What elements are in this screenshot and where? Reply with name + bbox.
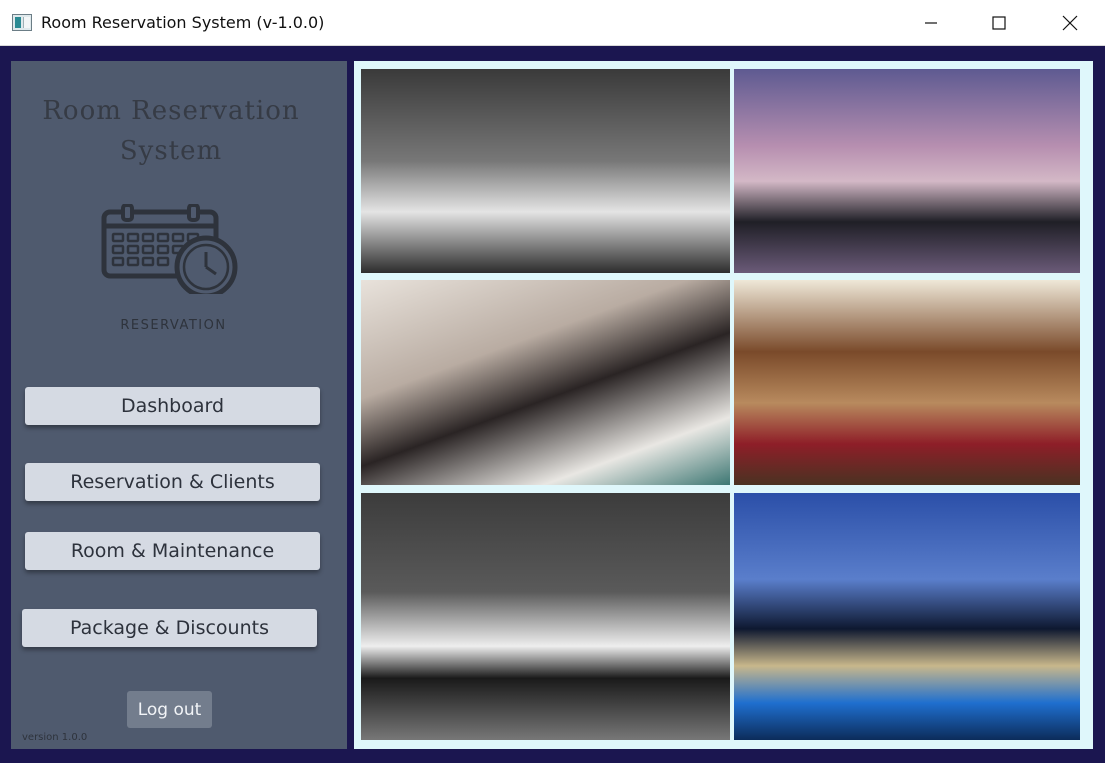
maximize-icon — [992, 16, 1006, 30]
housekeeper-making-bed-photo — [361, 280, 730, 485]
modern-bedroom-photo — [361, 493, 730, 740]
close-button[interactable] — [1047, 0, 1093, 46]
app-title: Room Reservation System — [11, 91, 331, 171]
close-icon — [1062, 15, 1078, 31]
hotel-bedroom-photo — [361, 69, 730, 273]
minimize-button[interactable] — [908, 0, 954, 46]
logo-label: RESERVATION — [120, 318, 227, 333]
resort-pool-night-photo — [734, 493, 1080, 740]
dashboard-button[interactable]: Dashboard — [25, 387, 320, 425]
app-title-line-2: System — [119, 136, 223, 166]
window-title: Room Reservation System (v-1.0.0) — [41, 13, 325, 32]
room-maintenance-button[interactable]: Room & Maintenance — [25, 532, 320, 570]
sidebar: Room Reservation System RESERVATION Dash… — [11, 61, 347, 749]
window-title-bar: Room Reservation System (v-1.0.0) — [0, 0, 1105, 46]
photo-gallery — [354, 61, 1093, 749]
package-discounts-button[interactable]: Package & Discounts — [22, 609, 317, 647]
logout-button[interactable]: Log out — [127, 691, 212, 728]
version-label: version 1.0.0 — [22, 732, 88, 743]
app-window-icon — [12, 14, 32, 31]
room-disinfection-photo — [734, 280, 1080, 485]
resort-pool-palms-photo — [734, 69, 1080, 273]
minimize-icon — [925, 22, 937, 24]
calendar-clock-icon — [101, 204, 238, 294]
app-title-line-1: Room Reservation — [42, 96, 300, 126]
reservation-clients-button[interactable]: Reservation & Clients — [25, 463, 320, 501]
maximize-button[interactable] — [976, 0, 1022, 46]
